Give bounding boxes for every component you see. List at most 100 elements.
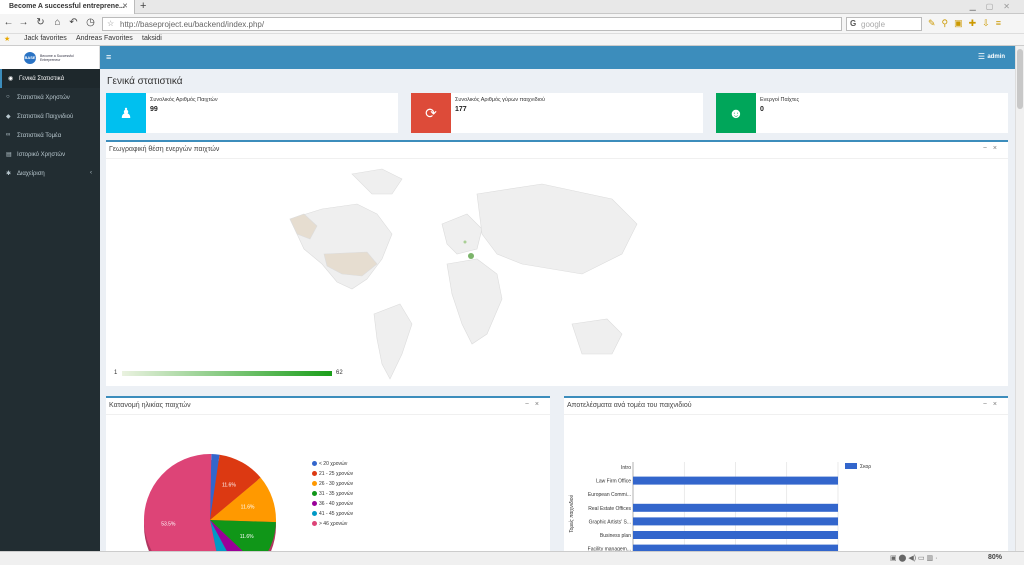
map-panel: Γεωγραφική θέση ενεργών παιχτών −× 1 62 bbox=[106, 140, 1008, 386]
map-greece-highlight bbox=[468, 253, 474, 259]
users-icon: ♟ bbox=[106, 93, 146, 133]
stat-value: 0 bbox=[760, 106, 764, 113]
category-label: Graphic Artists' S... bbox=[589, 519, 631, 525]
url-bar[interactable]: ☆ http://baseproject.eu/backend/index.php… bbox=[102, 17, 842, 31]
sidebar-item-user-history[interactable]: ▤ Ιστορικό Χρηστών bbox=[0, 145, 100, 164]
legend-swatch bbox=[312, 461, 317, 466]
category-label: Intro bbox=[621, 465, 631, 471]
scrollbar[interactable] bbox=[1015, 46, 1024, 551]
bar[interactable] bbox=[633, 503, 838, 512]
undo-icon[interactable]: ↶ bbox=[67, 17, 80, 28]
legend-item[interactable]: 26 - 30 χρονών bbox=[312, 481, 353, 487]
map-scale-min: 1 bbox=[114, 370, 118, 376]
google-icon: G bbox=[850, 19, 857, 28]
legend-item[interactable]: 36 - 40 χρονών bbox=[312, 501, 353, 507]
gamepad-icon: ◆ bbox=[6, 114, 11, 120]
map-africa bbox=[446, 258, 503, 345]
window-controls[interactable]: ▁▢✕ bbox=[970, 2, 1020, 11]
logo-mark: BASE bbox=[24, 52, 36, 64]
sector-results-panel: Αποτελέσματα ανά τομέα του παιχνιδιού −×… bbox=[564, 396, 1008, 551]
legend-item[interactable]: > 46 χρονών bbox=[312, 521, 347, 527]
menu-toggle-icon[interactable]: ≡ bbox=[106, 52, 111, 62]
stat-value: 177 bbox=[455, 106, 467, 113]
category-label: Real Estate Offices bbox=[588, 506, 631, 512]
page-title: Γενικά στατιστικά bbox=[107, 76, 183, 87]
age-distribution-panel: Κατανομή ηλικίας παιχτών −× 11.6% 11.6% 11… bbox=[106, 396, 550, 551]
bar[interactable] bbox=[633, 531, 838, 539]
legend-swatch bbox=[312, 471, 317, 476]
browser-tab[interactable]: Become A successful entreprene... ✕ bbox=[0, 0, 135, 14]
legend-label: 36 - 40 χρονών bbox=[319, 501, 354, 507]
legend-label: 31 - 35 χρονών bbox=[319, 491, 354, 497]
sidebar-item-game-stats[interactable]: ◆ Στατιστικά Παιχνιδιού bbox=[0, 107, 100, 126]
user-menu[interactable]: admin bbox=[987, 54, 1005, 60]
status-icons[interactable]: ▣ ⬤ ◀) ▭ ▥ · bbox=[890, 554, 937, 562]
grid-icon[interactable]: ☰ bbox=[978, 52, 985, 61]
scrollbar-thumb[interactable] bbox=[1017, 49, 1023, 109]
close-tab-icon[interactable]: ✕ bbox=[122, 2, 128, 10]
legend-swatch bbox=[312, 501, 317, 506]
sidebar-item-general-stats[interactable]: ◉ Γενικά Στατιστικά bbox=[0, 69, 100, 88]
bar[interactable] bbox=[633, 517, 838, 526]
bar[interactable] bbox=[633, 476, 838, 485]
link-icon: ∞ bbox=[6, 132, 11, 138]
top-navbar: ≡ ☰ admin bbox=[100, 46, 1015, 69]
bookmark-item[interactable]: Jack favorites bbox=[24, 35, 67, 42]
map-south-america bbox=[373, 303, 413, 380]
tab-bar: Become A successful entreprene... ✕ + ▁▢✕ bbox=[0, 0, 1024, 14]
reload-icon[interactable]: ↻ bbox=[34, 17, 47, 28]
bookmarks-star-icon[interactable]: ★ bbox=[4, 35, 10, 43]
stat-value: 99 bbox=[150, 106, 158, 113]
tab-title: Become A successful entreprene... bbox=[9, 3, 125, 10]
pie-data-label: 11.6% bbox=[222, 482, 236, 488]
bookmark-item[interactable]: Andreas Favorites bbox=[76, 35, 133, 42]
bookmark-star-icon[interactable]: ☆ bbox=[107, 19, 114, 28]
sidebar-item-label: Στατιστικά Χρηστών bbox=[17, 95, 70, 101]
toolbar-icons[interactable]: ✎⚲▣✚⇩≡ bbox=[928, 18, 1007, 29]
legend-item[interactable]: 21 - 25 χρονών bbox=[312, 471, 353, 477]
sidebar-item-user-stats[interactable]: ○ Στατιστικά Χρηστών bbox=[0, 88, 100, 107]
stat-label: Συνολικός Αριθμός γύρων παιχνιδιού bbox=[455, 97, 545, 103]
brand-logo[interactable]: BASE Become a Successful Entrepreneur bbox=[0, 46, 100, 69]
sidebar-item-label: Διαχείριση bbox=[17, 171, 45, 177]
map-scale-max: 62 bbox=[336, 370, 343, 376]
new-tab-icon[interactable]: + bbox=[140, 0, 146, 12]
bookmark-item[interactable]: taksidi bbox=[142, 35, 162, 42]
pie-data-label: 11.6% bbox=[241, 505, 255, 511]
home-icon[interactable]: ⌂ bbox=[51, 17, 64, 28]
back-icon[interactable]: ← bbox=[2, 17, 15, 28]
category-label: European Commi... bbox=[588, 492, 631, 498]
sidebar-item-label: Στατιστικά Παιχνιδιού bbox=[17, 114, 74, 120]
zoom-level[interactable]: 80% bbox=[988, 554, 1002, 561]
wrench-icon: ✱ bbox=[6, 171, 12, 177]
dashboard-icon: ◉ bbox=[8, 76, 14, 82]
stat-box-total-rounds: ⟳ Συνολικός Αριθμός γύρων παιχνιδιού 177 bbox=[411, 93, 703, 133]
legend-item[interactable]: 31 - 35 χρονών bbox=[312, 491, 353, 497]
stat-label: Ενεργοί Παίχτες bbox=[760, 97, 800, 103]
search-placeholder: google bbox=[861, 20, 886, 29]
map-europe bbox=[441, 213, 483, 255]
legend-swatch bbox=[312, 521, 317, 526]
search-input[interactable]: Ggoogle bbox=[846, 17, 922, 31]
world-map[interactable] bbox=[282, 164, 642, 386]
stat-box-total-players: ♟ Συνολικός Αριθμός Παιχτών 99 bbox=[106, 93, 398, 133]
sidebar-item-admin[interactable]: ✱ Διαχείριση ‹ bbox=[0, 164, 100, 183]
legend-item[interactable]: < 20 χρονών bbox=[312, 461, 347, 467]
sidebar-item-label: Ιστορικό Χρηστών bbox=[17, 152, 66, 158]
legend-item[interactable]: 41 - 45 χρονών bbox=[312, 511, 353, 517]
forward-icon[interactable]: → bbox=[17, 17, 30, 28]
map-country-highlight bbox=[463, 240, 467, 244]
legend-label: 21 - 25 χρονών bbox=[319, 471, 354, 477]
bookmarks-bar: ★ Jack favorites Andreas Favorites taksi… bbox=[0, 34, 1024, 46]
category-label: Business plan bbox=[600, 533, 631, 539]
history-icon[interactable]: ◷ bbox=[84, 17, 97, 28]
book-icon: ▤ bbox=[6, 152, 12, 158]
circle-icon: ○ bbox=[6, 94, 10, 100]
sidebar-item-label: Στατιστικά Τομέα bbox=[17, 133, 62, 139]
sector-bar-chart: Intro Law Firm Office European Commi... Rea… bbox=[568, 462, 871, 551]
legend-label: 26 - 30 χρονών bbox=[319, 481, 354, 487]
sidebar-item-sector-stats[interactable]: ∞ Στατιστικά Τομέα bbox=[0, 126, 100, 145]
legend-label: < 20 χρονών bbox=[319, 461, 348, 467]
panel-tools[interactable]: −× bbox=[983, 145, 1003, 152]
legend-swatch bbox=[845, 463, 857, 469]
